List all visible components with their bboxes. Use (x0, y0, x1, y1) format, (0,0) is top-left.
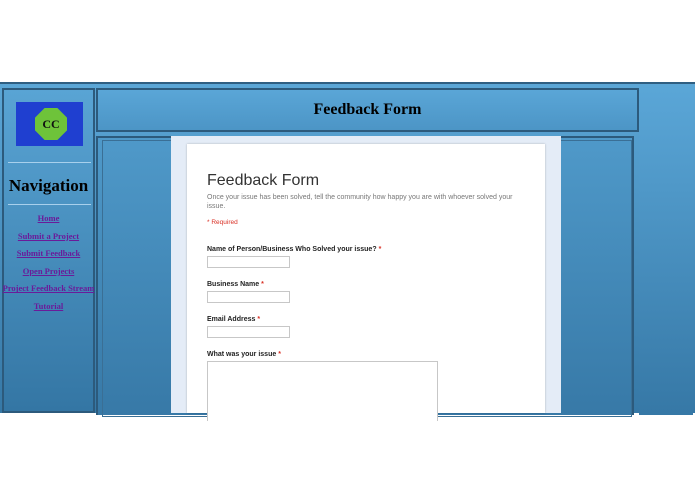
required-star: * (278, 351, 281, 358)
question-text: What was your issue (207, 351, 277, 358)
page-header: Feedback Form (96, 88, 639, 132)
sidebar-divider (8, 204, 91, 205)
nav-link-feedback-stream[interactable]: Project Feedback Stream (3, 283, 95, 293)
logo-hexagon-icon: CC (35, 108, 67, 140)
embedded-form-frame[interactable]: Feedback Form Once your issue has been s… (171, 136, 561, 421)
form-title: Feedback Form (207, 172, 320, 189)
nav-link-submit-feedback[interactable]: Submit Feedback (17, 248, 81, 258)
required-star: * (257, 316, 261, 323)
question-text: Business Name (207, 281, 260, 288)
required-star: * (261, 281, 264, 288)
nav-link-home[interactable]: Home (38, 213, 60, 223)
email-address-input[interactable] (207, 326, 290, 338)
required-note: * Required (207, 219, 238, 226)
navigation-heading: Navigation (8, 176, 89, 195)
nav-item: Project Feedback Stream (0, 280, 101, 298)
nav-link-submit-project[interactable]: Submit a Project (18, 231, 79, 241)
business-name-input[interactable] (207, 291, 290, 303)
question-label-business: Business Name * (207, 281, 264, 288)
nav-link-open-projects[interactable]: Open Projects (23, 266, 75, 276)
question-text: Name of Person/Business Who Solved your … (207, 246, 377, 253)
nav-item: Submit a Project (0, 228, 101, 246)
sidebar-divider (8, 162, 91, 163)
question-label-email: Email Address * (207, 316, 260, 323)
nav-item: Open Projects (0, 263, 101, 281)
required-star: * (378, 246, 382, 253)
sidebar: CC Navigation Home Submit a Project Subm… (2, 88, 95, 413)
nav-item: Home (0, 210, 101, 228)
question-text: Email Address (207, 316, 256, 323)
question-label-solver: Name of Person/Business Who Solved your … (207, 246, 381, 253)
issue-textarea[interactable] (207, 361, 438, 421)
nav-item: Tutorial (0, 298, 101, 316)
question-label-issue: What was your issue * (207, 351, 281, 358)
nav-item: Submit Feedback (0, 245, 101, 263)
nav-link-tutorial[interactable]: Tutorial (34, 301, 63, 311)
form-description: Once your issue has been solved, tell th… (207, 194, 513, 210)
nav-links: Home Submit a Project Submit Feedback Op… (0, 210, 101, 316)
form-card: Feedback Form Once your issue has been s… (187, 144, 545, 421)
page-title: Feedback Form (313, 101, 422, 118)
logo[interactable]: CC (16, 102, 83, 146)
right-margin (639, 88, 693, 415)
solver-name-input[interactable] (207, 256, 290, 268)
logo-text: CC (42, 116, 60, 131)
